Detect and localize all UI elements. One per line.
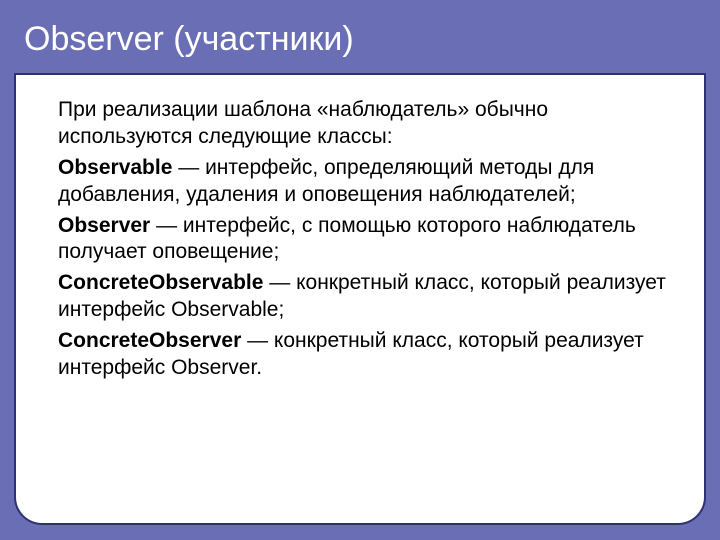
term: ConcreteObserver (58, 329, 241, 352)
intro-text: При реализации шаблона «наблюдатель» обы… (58, 97, 674, 151)
term: Observer (58, 214, 150, 237)
term: ConcreteObservable (58, 271, 263, 294)
term: Observable (58, 156, 172, 179)
list-item: Observable — интерфейс, определяющий мет… (58, 155, 674, 209)
list-item: ConcreteObservable — конкретный класс, к… (58, 270, 674, 324)
content-panel: При реализации шаблона «наблюдатель» обы… (14, 75, 706, 525)
list-item: ConcreteObserver — конкретный класс, кот… (58, 328, 674, 382)
slide-title: Observer (участники) (0, 0, 720, 73)
list-item: Observer — интерфейс, с помощью которого… (58, 213, 674, 267)
